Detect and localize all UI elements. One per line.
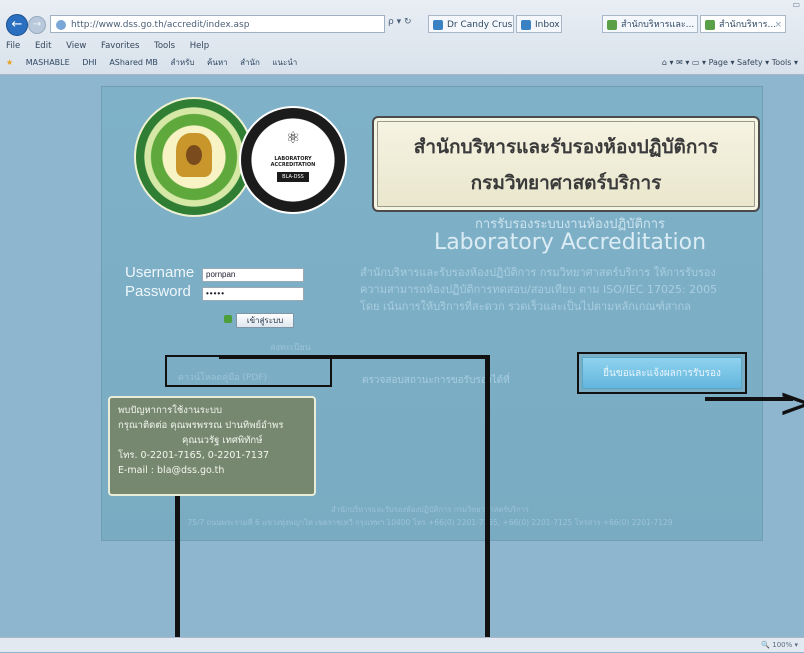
contact-box: พบปัญหาการใช้งานระบบ กรุณาติดต่อ คุณพรพร… [108, 396, 316, 496]
register-link[interactable]: ลงทะเบียน [270, 340, 311, 354]
menu-view[interactable]: View [66, 41, 86, 51]
annotation-connector-top [219, 355, 489, 359]
menu-favorites[interactable]: Favorites [101, 41, 139, 51]
tab-candy-crush[interactable]: Dr Candy Crush S... [428, 15, 514, 33]
contact-line: พบปัญหาการใช้งานระบบ [118, 405, 223, 416]
footer-address: 75/7 ถนนพระรามที่ 6 แขวงทุ่งพญาไท เขตราช… [187, 518, 673, 527]
contact-line: กรุณาติดต่อ คุณพรพรรณ ปานทิพย์อำพร [118, 420, 284, 431]
annotation-connector-left [175, 496, 180, 652]
contact-line: คุณนวรัฐ เทศพิทักษ์ [182, 435, 263, 446]
garuda-seal-logo [134, 97, 254, 217]
globe-icon [56, 20, 66, 30]
status-bar: 🔍 100% ▾ [0, 637, 804, 652]
zoom-level[interactable]: 🔍 100% ▾ [761, 641, 798, 649]
favorite-link[interactable]: สำนัก [240, 58, 260, 67]
password-label: Password [125, 283, 191, 300]
subtitle-english: Laboratory Accreditation [433, 230, 707, 255]
favorite-link[interactable]: DHI [82, 58, 97, 67]
address-text: http://www.dss.go.th/accredit/index.asp [71, 20, 250, 30]
command-bar[interactable]: ⌂ ▾ ✉ ▾ ▭ ▾ Page ▾ Safety ▾ Tools ▾ [662, 54, 798, 72]
tab-accreditation-1[interactable]: สำนักบริหารและ... [602, 15, 698, 33]
favorite-link[interactable]: MASHABLE [26, 58, 70, 67]
menu-tools[interactable]: Tools [154, 41, 175, 51]
password-input[interactable]: ••••• [202, 287, 304, 301]
key-icon [224, 315, 232, 323]
login-button-label: เข้าสู่ระบบ [246, 316, 284, 325]
department-title: กรมวิทยาศาสตร์บริการ [470, 172, 662, 194]
tab-inbox[interactable]: Inbox [516, 15, 562, 33]
username-input[interactable]: pornpan [202, 268, 304, 282]
address-controls[interactable]: ρ ▾ ↻ [388, 17, 412, 27]
favorites-star-icon[interactable]: ★ [6, 58, 13, 67]
title-plaque: สำนักบริหารและรับรองห้องปฏิบัติการ กรมวิ… [372, 116, 760, 212]
menu-bar: File Edit View Favorites Tools Help [6, 41, 221, 52]
window-controls[interactable]: ▭ [792, 0, 800, 9]
mail-icon [521, 20, 531, 30]
logo-code: BLA-DSS [277, 172, 309, 182]
forward-arrow-icon[interactable]: → [28, 16, 46, 34]
address-row: ← → http://www.dss.go.th/accredit/index.… [0, 12, 804, 38]
tab-favicon-icon [705, 20, 715, 30]
annotation-connector-right [485, 355, 490, 652]
favorite-link[interactable]: AShared MB [109, 58, 158, 67]
menu-help[interactable]: Help [190, 41, 209, 51]
annotation-box-download [165, 355, 332, 387]
favorite-link[interactable]: สำหรับ [170, 58, 194, 67]
username-label: Username [125, 264, 195, 281]
browser-chrome: ▭ ← → http://www.dss.go.th/accredit/inde… [0, 0, 804, 75]
tab-favicon-icon [607, 20, 617, 30]
logo-text: LABORATORY ACCREDITATION [270, 156, 316, 168]
tab-favicon-icon [433, 20, 443, 30]
footer-org: สำนักบริหารและรับรองห้องปฏิบัติการ กรมวิ… [331, 505, 529, 514]
menu-file[interactable]: File [6, 41, 20, 51]
annotation-box-apply [577, 352, 747, 394]
garuda-emblem-icon [176, 133, 212, 177]
tab-accreditation-2[interactable]: สำนักบริหาร... × [700, 15, 786, 33]
favorite-link[interactable]: ค้นหา [207, 58, 228, 67]
close-tab-icon[interactable]: × [774, 16, 782, 32]
arrow-right-icon: > [778, 378, 804, 427]
page-title: สำนักบริหารและรับรองห้องปฏิบัติการ [413, 136, 719, 158]
back-arrow-icon[interactable]: ← [6, 14, 28, 36]
contact-email: E-mail : bla@dss.go.th [118, 465, 225, 476]
favorite-link[interactable]: แนะนำ [272, 58, 297, 67]
contact-phone: โทร. 0-2201-7165, 0-2201-7137 [118, 450, 270, 461]
intro-text: สำนักบริหารและรับรองห้องปฏิบัติการ กรมวิ… [360, 266, 718, 313]
atom-icon: ⚛ [285, 128, 301, 147]
address-bar[interactable]: http://www.dss.go.th/accredit/index.asp [50, 15, 385, 33]
login-button[interactable]: เข้าสู่ระบบ [236, 313, 294, 328]
lab-accreditation-logo: ⚛ LABORATORY ACCREDITATION BLA-DSS [239, 106, 347, 214]
menu-edit[interactable]: Edit [35, 41, 51, 51]
